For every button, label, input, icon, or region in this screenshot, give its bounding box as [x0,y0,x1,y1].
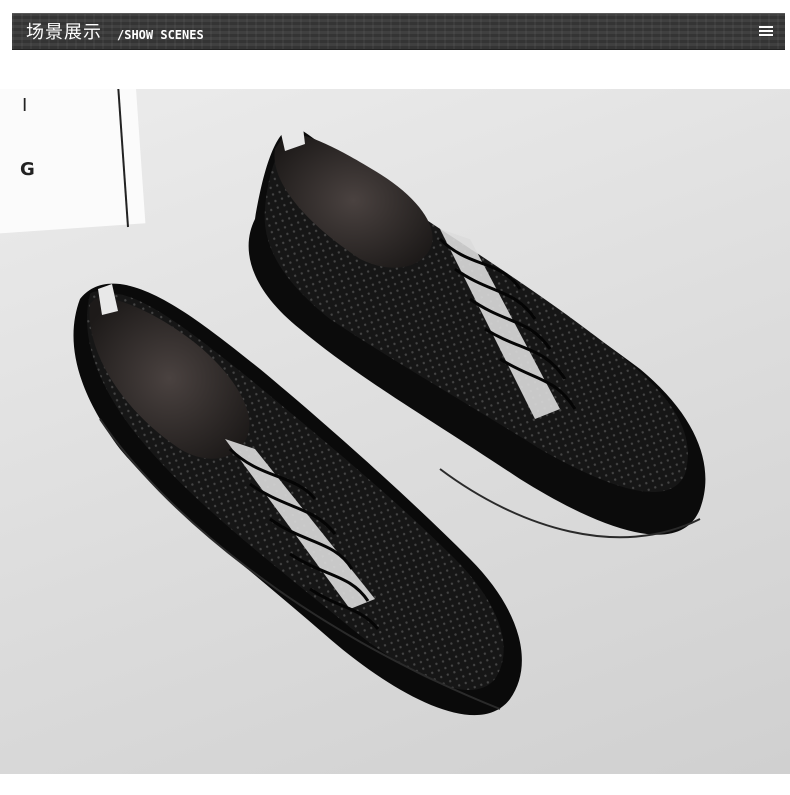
menu-icon[interactable] [759,26,773,36]
menu-icon-line [759,34,773,36]
menu-icon-line [759,26,773,28]
paper-card: I G [0,89,146,235]
card-letter-g: G [20,159,35,180]
section-subtitle: /SHOW SCENES [117,28,204,42]
section-header-bar: 场景展示 /SHOW SCENES [12,13,785,50]
card-letter-i: I [22,95,27,116]
menu-icon-line [759,30,773,32]
product-scene-photo: I G [0,89,790,774]
section-title: 场景展示 [26,22,102,43]
scene-illustration: I G [0,89,706,716]
